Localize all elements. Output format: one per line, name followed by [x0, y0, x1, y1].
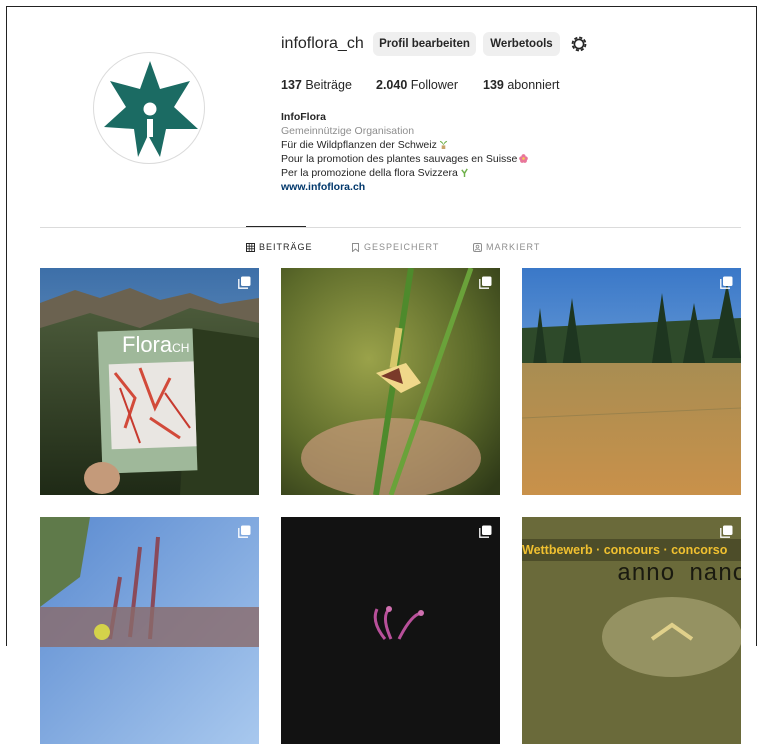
tagged-user-icon	[473, 242, 482, 252]
tab-tagged-label: MARKIERT	[486, 242, 541, 252]
following-label: abonniert	[507, 78, 560, 92]
post-image	[40, 517, 259, 744]
settings-gear-icon[interactable]	[570, 35, 588, 53]
bio-website-link[interactable]: www.infoflora.ch	[281, 180, 528, 194]
tabs-divider	[40, 227, 741, 228]
active-tab-indicator	[246, 226, 306, 227]
sprout-icon	[439, 140, 447, 149]
following-stat[interactable]: 139 abonniert	[483, 78, 559, 92]
post-thumbnail[interactable]	[281, 268, 500, 495]
carousel-icon	[238, 276, 251, 289]
magazine-sub: CH	[172, 341, 190, 355]
profile-bio: InfoFlora Gemeinnützige Organisation Für…	[281, 110, 529, 194]
bio-line-text: Für die Wildpflanzen der Schweiz	[281, 139, 437, 151]
flower-icon	[519, 154, 529, 163]
tab-saved[interactable]: GESPEICHERT	[351, 242, 439, 252]
carousel-icon	[720, 276, 733, 289]
post-thumbnail[interactable]: Wettbewerb · concours · concorso anno na…	[522, 517, 741, 744]
tab-posts[interactable]: BEITRÄGE	[246, 242, 313, 252]
competition-title: anno nano	[617, 561, 741, 588]
post-thumbnail[interactable]	[522, 268, 741, 495]
post-image	[281, 268, 500, 495]
post-image	[522, 268, 741, 495]
bio-line: Per la promozione della flora Svizzera	[281, 166, 528, 180]
bio-line-text: Per la promozione della flora Svizzera	[281, 167, 458, 179]
carousel-icon	[479, 276, 492, 289]
following-count: 139	[483, 78, 504, 92]
tab-saved-label: GESPEICHERT	[364, 242, 440, 252]
bio-category: Gemeinnützige Organisation	[281, 125, 415, 137]
infoflora-logo-icon	[104, 61, 198, 157]
bio-line: Pour la promotion des plantes sauvages e…	[281, 152, 529, 166]
magazine-title: Flora	[122, 332, 173, 357]
ad-tools-button[interactable]: Werbetools	[483, 32, 560, 56]
profile-username: infoflora_ch	[281, 35, 364, 52]
grid-icon	[246, 242, 255, 252]
posts-stat: 137 Beiträge	[281, 78, 352, 92]
tab-tagged[interactable]: MARKIERT	[473, 242, 540, 252]
carousel-icon	[238, 525, 251, 538]
tab-posts-label: BEITRÄGE	[259, 242, 313, 252]
post-thumbnail[interactable]	[281, 517, 500, 744]
bookmark-icon	[352, 242, 359, 252]
carousel-icon	[720, 525, 733, 538]
competition-banner: Wettbewerb · concours · concorso	[522, 543, 728, 557]
carousel-icon	[479, 525, 492, 538]
profile-avatar[interactable]	[93, 52, 205, 164]
herb-icon	[461, 168, 468, 177]
bio-line: Für die Wildpflanzen der Schweiz	[281, 138, 528, 152]
bio-line-text: Pour la promotion des plantes sauvages e…	[281, 153, 518, 165]
edit-profile-button[interactable]: Profil bearbeiten	[373, 32, 476, 56]
followers-label: Follower	[410, 78, 459, 92]
followers-count: 2.040	[376, 78, 408, 92]
post-thumbnail[interactable]: FloraCH	[40, 268, 259, 495]
followers-stat[interactable]: 2.040 Follower	[376, 78, 458, 92]
posts-count: 137	[281, 78, 302, 92]
post-image	[281, 517, 500, 744]
post-thumbnail[interactable]	[40, 517, 259, 744]
bio-name: InfoFlora	[281, 111, 326, 123]
post-image	[40, 268, 259, 495]
posts-label: Beiträge	[305, 78, 352, 92]
